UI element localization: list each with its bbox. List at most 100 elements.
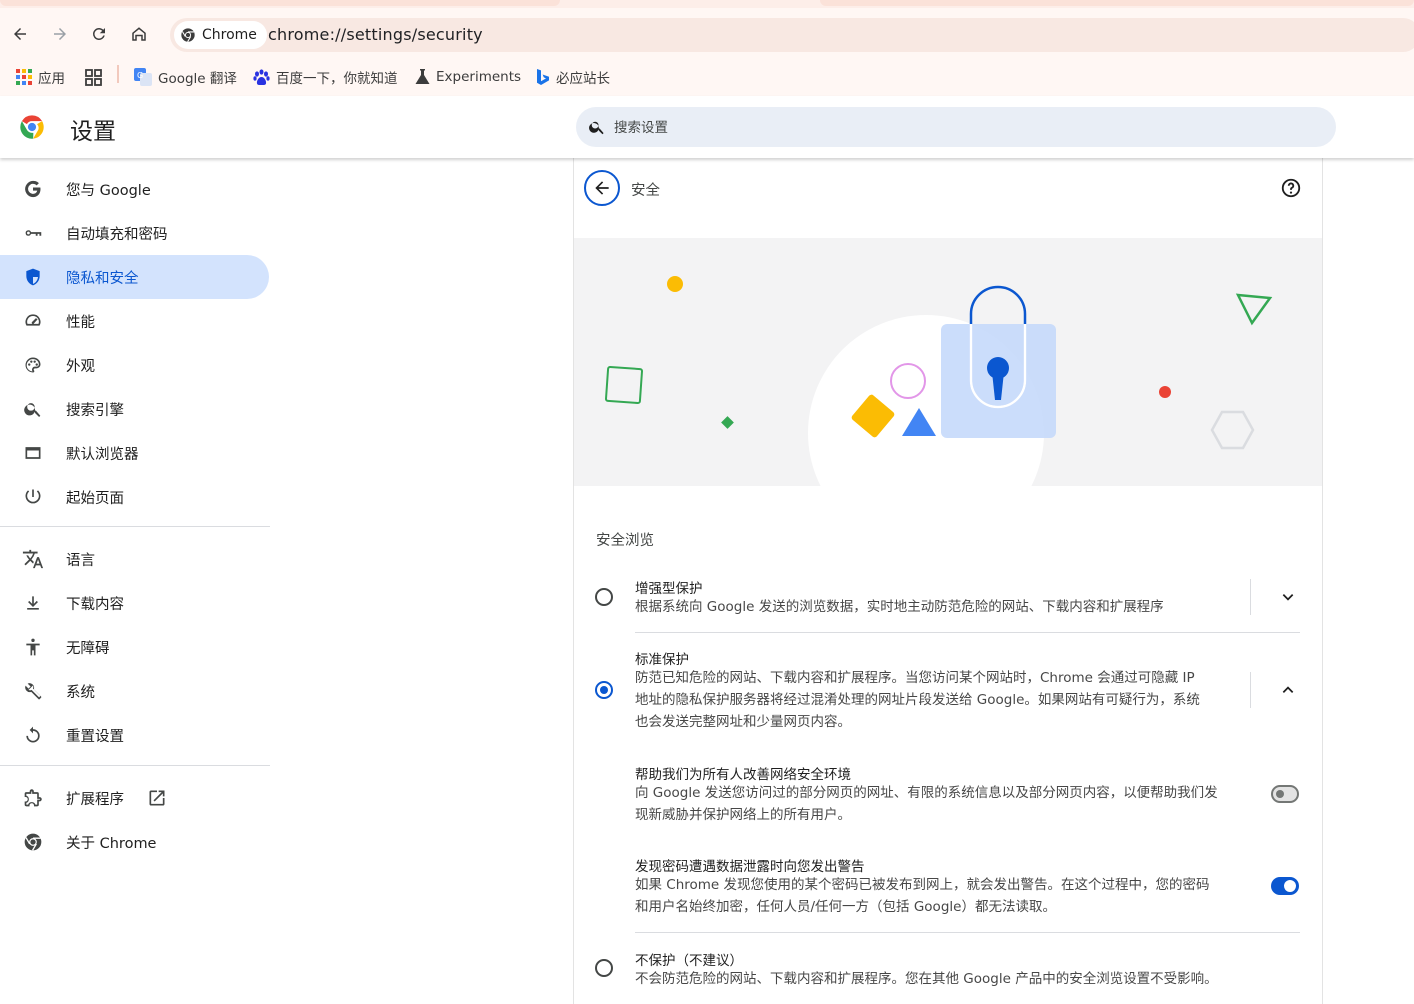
search-icon bbox=[589, 121, 604, 135]
search-input[interactable] bbox=[612, 107, 1316, 149]
power-icon bbox=[22, 486, 44, 508]
sidebar-item-you-and-google[interactable]: 您与 Google bbox=[0, 167, 269, 211]
page-title: 设置 bbox=[70, 119, 116, 145]
shield-icon bbox=[22, 266, 44, 288]
sidebar-item-label: 隐私和安全 bbox=[66, 271, 139, 287]
sidebar-item-reset[interactable]: 重置设置 bbox=[0, 713, 269, 757]
bookmark-label: Google 翻译 bbox=[158, 71, 237, 87]
sidebar-divider bbox=[0, 526, 270, 527]
back-nav-button[interactable] bbox=[7, 21, 33, 47]
external-link-icon bbox=[147, 788, 167, 812]
sidebar-divider bbox=[0, 765, 270, 766]
palette-icon bbox=[22, 354, 44, 376]
sidebar-item-accessibility[interactable]: 无障碍 bbox=[0, 625, 269, 669]
back-button[interactable] bbox=[584, 170, 620, 206]
sidebar-item-label: 下载内容 bbox=[66, 597, 124, 613]
tab-strip bbox=[0, 0, 1414, 8]
bookmark-bing[interactable]: 必应站长 bbox=[536, 66, 610, 88]
tab-background[interactable] bbox=[820, 0, 1414, 6]
option-description-line: 也会发送完整网址和少量网页内容。 bbox=[635, 714, 851, 730]
improve-security-toggle[interactable] bbox=[1271, 785, 1299, 803]
sidebar-item-downloads[interactable]: 下载内容 bbox=[0, 581, 269, 625]
bookmark-label: 应用 bbox=[38, 71, 65, 87]
toggle-description-line: 向 Google 发送您访问过的部分网页的网址、有限的系统信息以及部分网页内容，… bbox=[635, 785, 1218, 801]
sidebar-item-label: 性能 bbox=[66, 315, 95, 331]
svg-text:G: G bbox=[137, 71, 143, 80]
bookmark-apps[interactable]: 应用 bbox=[16, 66, 65, 88]
tab-background[interactable] bbox=[0, 0, 560, 6]
bookmark-baidu[interactable]: 百度一下，你就知道 bbox=[253, 66, 398, 88]
bookmark-label: 百度一下，你就知道 bbox=[276, 71, 398, 87]
url-text[interactable]: chrome://settings/security bbox=[268, 25, 483, 44]
bookmarks-bar: 应用 G Google 翻译 百度一下，你就知道 Experiments 必应站… bbox=[0, 58, 1414, 96]
option-description-line: 防范已知危险的网站、下载内容和扩展程序。当您访问某个网站时，Chrome 会通过… bbox=[635, 670, 1195, 686]
toggle-title: 帮助我们为所有人改善网络安全环境 bbox=[635, 767, 851, 783]
search-bar[interactable] bbox=[576, 107, 1336, 149]
toggle-description-line: 现新威胁并保护网络上的所有用户。 bbox=[635, 807, 851, 823]
bing-icon bbox=[537, 68, 549, 85]
security-illustration bbox=[574, 238, 1322, 486]
row-separator bbox=[635, 932, 1300, 933]
sidebar-item-search-engine[interactable]: 搜索引擎 bbox=[0, 387, 269, 431]
sidebar-item-performance[interactable]: 性能 bbox=[0, 299, 269, 343]
address-bar[interactable]: Chrome chrome://settings/security bbox=[170, 18, 1414, 52]
option-description: 根据系统向 Google 发送的浏览数据，实时地主动防范危险的网站、下载内容和扩… bbox=[635, 599, 1164, 615]
sidebar-item-about-chrome[interactable]: 关于 Chrome bbox=[0, 820, 269, 864]
bookmark-google-translate[interactable]: G Google 翻译 bbox=[134, 66, 237, 88]
sidebar-item-label: 起始页面 bbox=[66, 491, 124, 507]
sidebar: 您与 Google 自动填充和密码 隐私和安全 性能 外观 搜索引擎 默认浏览器… bbox=[0, 158, 272, 1004]
sidebar-item-system[interactable]: 系统 bbox=[0, 669, 269, 713]
help-button[interactable] bbox=[1280, 177, 1302, 203]
radio-standard-protection[interactable] bbox=[595, 681, 613, 699]
arrow-right-icon bbox=[54, 28, 66, 40]
browser-toolbar: Chrome chrome://settings/security bbox=[0, 8, 1414, 58]
reload-icon bbox=[92, 27, 105, 40]
sidebar-item-on-startup[interactable]: 起始页面 bbox=[0, 475, 269, 519]
chrome-logo-icon bbox=[181, 28, 195, 42]
toggle-title: 发现密码遭遇数据泄露时向您发出警告 bbox=[635, 859, 865, 875]
option-title: 不保护（不建议） bbox=[635, 953, 743, 969]
option-description: 不会防范危险的网站、下载内容和扩展程序。您在其他 Google 产品中的安全浏览… bbox=[635, 971, 1218, 987]
sidebar-item-appearance[interactable]: 外观 bbox=[0, 343, 269, 387]
sidebar-item-label: 您与 Google bbox=[66, 183, 151, 199]
toggle-description-line: 如果 Chrome 发现您使用的某个密码已被发布到网上，就会发出警告。在这个过程… bbox=[635, 877, 1210, 893]
sidebar-item-privacy-security[interactable]: 隐私和安全 bbox=[0, 255, 269, 299]
forward-nav-button[interactable] bbox=[47, 21, 73, 47]
collapse-standard-button[interactable] bbox=[1276, 678, 1300, 702]
home-icon bbox=[132, 27, 146, 41]
expand-enhanced-button[interactable] bbox=[1276, 585, 1300, 609]
help-icon bbox=[1281, 178, 1301, 198]
security-settings-card: 安全 安全浏览 增强型保护 根据系统向 Google 发送的浏览数据，实时地主动… bbox=[573, 158, 1323, 1004]
reload-button[interactable] bbox=[86, 21, 112, 47]
sidebar-item-languages[interactable]: 语言 bbox=[0, 537, 269, 581]
chevron-up-icon bbox=[1282, 686, 1294, 693]
subpage-title: 安全 bbox=[631, 183, 660, 199]
flask-icon bbox=[415, 69, 430, 84]
radio-enhanced-protection[interactable] bbox=[595, 588, 613, 606]
accessibility-icon bbox=[22, 636, 44, 658]
sidebar-item-label: 默认浏览器 bbox=[66, 447, 139, 463]
radio-no-protection[interactable] bbox=[595, 959, 613, 977]
sidebar-item-label: 无障碍 bbox=[66, 641, 110, 657]
sidebar-item-autofill[interactable]: 自动填充和密码 bbox=[0, 211, 269, 255]
bookmark-grid[interactable] bbox=[85, 66, 102, 88]
password-leak-warning-toggle[interactable] bbox=[1271, 877, 1299, 895]
sidebar-item-label: 搜索引擎 bbox=[66, 403, 124, 419]
translate-icon bbox=[22, 548, 44, 570]
grid-icon bbox=[85, 68, 102, 86]
home-button[interactable] bbox=[126, 21, 152, 47]
vertical-separator bbox=[1250, 672, 1251, 708]
site-chip-label: Chrome bbox=[202, 27, 257, 43]
site-chip[interactable]: Chrome bbox=[174, 21, 267, 49]
bookmark-separator bbox=[117, 65, 119, 83]
google-translate-icon: G bbox=[134, 68, 152, 86]
key-icon bbox=[22, 222, 44, 244]
arrow-left-icon bbox=[14, 28, 26, 40]
option-title: 标准保护 bbox=[635, 652, 689, 668]
bookmark-experiments[interactable]: Experiments bbox=[415, 66, 521, 88]
puzzle-icon bbox=[22, 787, 44, 809]
sidebar-item-default-browser[interactable]: 默认浏览器 bbox=[0, 431, 269, 475]
search-icon bbox=[22, 398, 44, 420]
sidebar-item-label: 自动填充和密码 bbox=[66, 227, 168, 243]
sidebar-item-extensions[interactable]: 扩展程序 bbox=[0, 776, 269, 820]
